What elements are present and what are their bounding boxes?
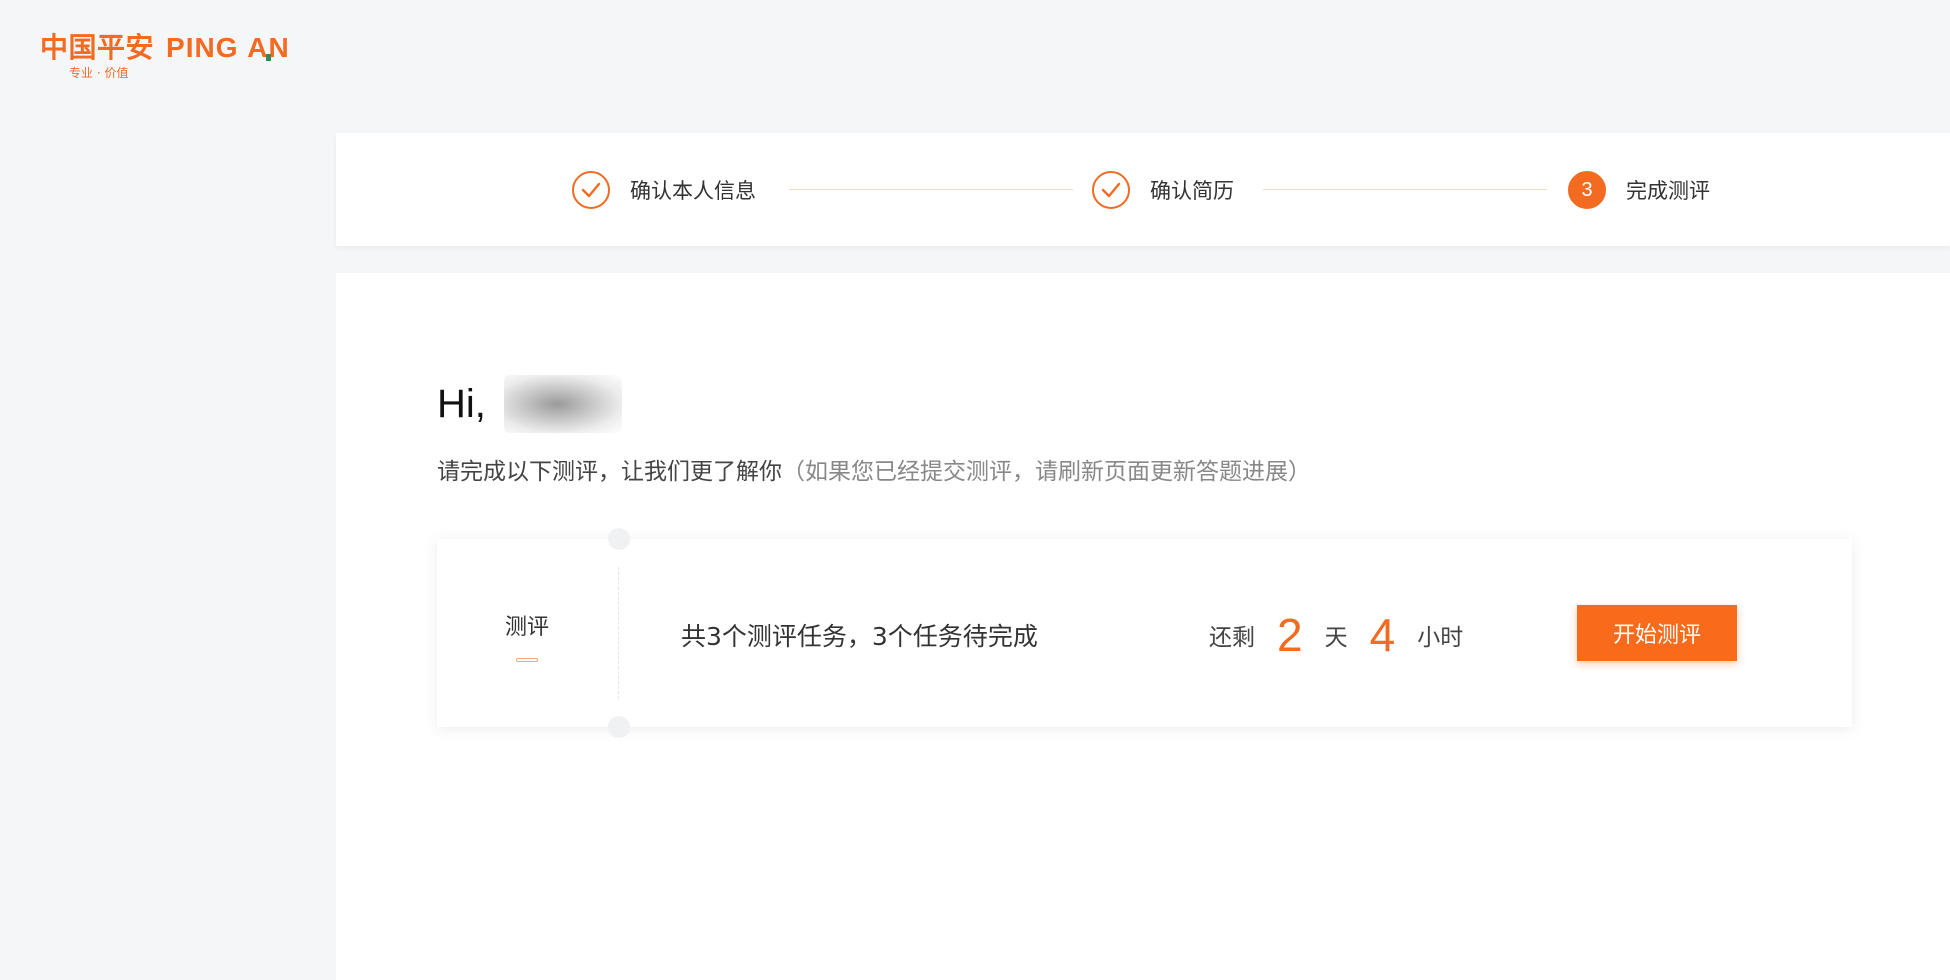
- page-subtitle: 请完成以下测评，让我们更了解你（如果您已经提交测评，请刷新页面更新答题进展）: [437, 452, 1311, 486]
- step-connector: [1263, 189, 1547, 190]
- hours-unit: 小时: [1417, 625, 1464, 651]
- days-unit: 天: [1324, 625, 1348, 651]
- label-underline: [516, 658, 538, 662]
- step-label: 确认简历: [1150, 179, 1234, 203]
- ticket-notch-top: [608, 528, 630, 550]
- task-summary: 共3个测评任务，3个任务待完成: [681, 622, 1038, 651]
- assessment-card: 测评 共3个测评任务，3个任务待完成 还剩 2 天 4 小时 开始测评: [437, 528, 1852, 738]
- logo-tagline: 专业 · 价值: [69, 66, 129, 80]
- logo-cn-text: 中国平安: [40, 31, 155, 64]
- progress-steps: 确认本人信息 确认简历 3 完成测评: [336, 133, 1950, 246]
- days-value: 2: [1277, 609, 1303, 661]
- subtitle-note: （如果您已经提交测评，请刷新页面更新答题进展）: [782, 459, 1311, 485]
- dashed-divider: [618, 567, 619, 699]
- step-label: 确认本人信息: [630, 179, 756, 203]
- pingan-logo[interactable]: 中国平安 PING AN 专业 · 价值: [40, 26, 340, 86]
- assessment-type-label: 测评: [505, 615, 550, 640]
- blurred-user-name: [503, 375, 622, 433]
- logo-en-text: PING AN: [166, 32, 290, 63]
- check-icon: [572, 171, 610, 209]
- remaining-label: 还剩: [1209, 625, 1255, 651]
- step-connector: [789, 189, 1073, 190]
- ticket-notch-bottom: [608, 716, 630, 738]
- step-label: 完成测评: [1626, 179, 1710, 203]
- step-confirm-info: 确认本人信息: [572, 169, 756, 211]
- hours-value: 4: [1369, 609, 1396, 661]
- subtitle-main: 请完成以下测评，让我们更了解你: [437, 459, 782, 485]
- greeting: Hi,: [437, 375, 622, 433]
- logo-wordmark: 中国平安 PING AN: [40, 26, 290, 66]
- check-icon: [1092, 171, 1130, 209]
- step-confirm-resume: 确认简历: [1092, 169, 1234, 211]
- start-assessment-button[interactable]: 开始测评: [1577, 605, 1737, 661]
- step-complete-assessment: 3 完成测评: [1568, 169, 1710, 211]
- greeting-hi: Hi,: [437, 381, 486, 426]
- logo-roof-icon: AN: [247, 32, 290, 63]
- step-number-badge: 3: [1568, 171, 1606, 209]
- countdown: 还剩 2 天 4 小时: [1209, 605, 1463, 665]
- main-content: Hi, 请完成以下测评，让我们更了解你（如果您已经提交测评，请刷新页面更新答题进…: [336, 273, 1950, 980]
